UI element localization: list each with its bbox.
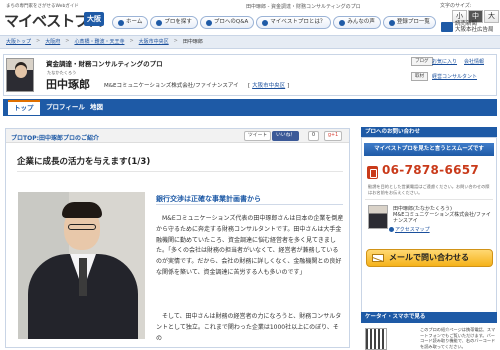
nav-home-label: ホーム bbox=[126, 19, 143, 25]
breadcrumb: 大阪トップ > 大阪府 > 心斎橋・難波・天王寺 > 大阪市中央区 > 田中琢郎 bbox=[6, 38, 203, 45]
partner-text: 読売新聞 大阪本社広告局 bbox=[455, 21, 494, 33]
qr-code-icon bbox=[365, 328, 387, 350]
mail-icon bbox=[372, 254, 384, 262]
contact-banner: マイベストプロを見たと言うとスムーズです bbox=[364, 143, 494, 156]
contact-heading: プロへのお問い合わせ bbox=[361, 127, 497, 137]
google-plus-button[interactable]: g+1 bbox=[324, 131, 343, 141]
breadcrumb-ward[interactable]: 大阪市中央区 bbox=[139, 38, 169, 45]
nav-registered-pros[interactable]: 登録プロ一覧 bbox=[382, 16, 436, 29]
nav-bullet-icon bbox=[118, 19, 124, 26]
breadcrumb-separator: > bbox=[129, 38, 134, 44]
newspaper-logo-icon bbox=[441, 22, 453, 32]
map-pin-icon bbox=[389, 227, 394, 232]
article-paragraph-1: M&Eコミュニケーションズ代表の田中琢郎さんは日本の企業を倒産から守るために奔走… bbox=[156, 215, 344, 276]
section-title: プロTOP:田中琢郎プロのご紹介 bbox=[11, 135, 99, 142]
profile-headline: 資金調達・財務コンサルティングのプロ bbox=[46, 60, 163, 68]
photo-hair bbox=[62, 202, 102, 218]
partner-division: 大阪本社広告局 bbox=[455, 27, 494, 33]
avatar bbox=[6, 58, 34, 92]
photo-glasses bbox=[68, 224, 96, 230]
title-divider bbox=[17, 171, 343, 172]
nav-find-pro[interactable]: プロを探す bbox=[150, 16, 198, 29]
tweet-button[interactable]: ツイート bbox=[244, 131, 272, 141]
article-paragraph-2: そして、田中さんは財務の経営者の力になろうと、財務コンサルタントとして独立。これ… bbox=[156, 313, 342, 342]
profile-company: M&Eコミュニケーションズ株式会社/ファイナンスアイ bbox=[104, 83, 239, 89]
phone-note: 勧誘を目的とした営業電話はご遠慮ください。お問い合わせの際はお名前をお伝えくださ… bbox=[368, 184, 490, 195]
nav-qa-label: プロへのQ&A bbox=[213, 19, 249, 25]
profile-area: [大阪市中央区] bbox=[248, 81, 289, 89]
partner-logo[interactable]: 読売新聞 大阪本社広告局 bbox=[441, 21, 494, 33]
rep-avatar bbox=[368, 205, 388, 229]
interview-button[interactable]: 取材 bbox=[411, 72, 428, 81]
area-link[interactable]: 大阪市中央区 bbox=[252, 83, 285, 89]
breadcrumb-separator: > bbox=[36, 38, 41, 44]
access-map-link[interactable]: アクセスマップ bbox=[395, 226, 430, 233]
nav-bullet-icon bbox=[156, 19, 163, 26]
profile-photo bbox=[18, 192, 145, 339]
mobile-heading: ケータイ・スマホで見る bbox=[361, 312, 497, 323]
breadcrumb-current: 田中琢郎 bbox=[182, 39, 203, 45]
area-bracket-open: [ bbox=[248, 83, 251, 89]
like-count: 0 bbox=[308, 131, 320, 141]
area-bracket-close: ] bbox=[287, 83, 290, 89]
nav-voices-label: みんなの声 bbox=[347, 19, 375, 25]
breadcrumb-separator: > bbox=[65, 38, 70, 44]
company-info-link[interactable]: 会社情報 bbox=[464, 58, 484, 65]
favorite-link[interactable]: お気に入り bbox=[432, 58, 457, 65]
subtitle-underline bbox=[156, 204, 343, 205]
breadcrumb-osaka-pref[interactable]: 大阪府 bbox=[45, 38, 60, 45]
phone-number[interactable]: 06-7878-6657 bbox=[382, 163, 479, 177]
tab-top[interactable]: トップ bbox=[8, 100, 40, 115]
profile-name: 田中琢郎 bbox=[46, 78, 90, 91]
contact-divider bbox=[365, 199, 493, 200]
consultant-category-link[interactable]: 経営コンサルタント bbox=[432, 73, 477, 80]
global-nav: ホーム プロを探す プロへのQ&A マイベストプロとは？ みんなの声 登録プロ一… bbox=[112, 16, 436, 30]
font-size-label: 文字のサイズ: bbox=[440, 3, 472, 9]
region-badge: 大阪 bbox=[84, 12, 104, 26]
facebook-like-button[interactable]: いいね！ bbox=[272, 131, 300, 141]
nav-bullet-icon bbox=[388, 19, 395, 26]
photo-tie bbox=[79, 258, 87, 296]
site-tagline: まちの専門家をさがせるWebガイド bbox=[6, 4, 79, 9]
page-topline: 田中琢郎 - 資金調達・財務コンサルティングのプロ bbox=[246, 4, 361, 10]
article-title: 企業に成長の活力を与えます(1/3) bbox=[17, 157, 151, 167]
nav-registered-pros-label: 登録プロ一覧 bbox=[396, 19, 430, 25]
mobile-description: このプロの紹介ページは携帯電話、スマートフォンでもご覧いただけます。バーコード読… bbox=[420, 327, 496, 349]
nav-qa[interactable]: プロへのQ&A bbox=[199, 16, 255, 29]
blog-button[interactable]: ブログ bbox=[411, 57, 433, 66]
phone-icon bbox=[367, 166, 378, 179]
nav-voices[interactable]: みんなの声 bbox=[333, 16, 381, 29]
nav-about[interactable]: マイベストプロとは？ bbox=[256, 16, 332, 29]
nav-bullet-icon bbox=[262, 19, 269, 26]
rep-name: 田中琢郎(たなかたくろう) bbox=[393, 206, 452, 212]
rep-company: M&Eコミュニケーションズ株式会社/ファイナンスアイ bbox=[393, 212, 491, 224]
tab-map[interactable]: 地図 bbox=[84, 100, 109, 115]
nav-home[interactable]: ホーム bbox=[112, 16, 149, 29]
breadcrumb-area[interactable]: 心斎橋・難波・天王寺 bbox=[74, 38, 124, 45]
nav-bullet-icon bbox=[205, 19, 212, 26]
nav-bullet-icon bbox=[339, 19, 346, 26]
nav-find-pro-label: プロを探す bbox=[164, 19, 192, 25]
article-subtitle: 銀行交渉は正確な事業計画書から bbox=[156, 195, 261, 203]
breadcrumb-osaka-top[interactable]: 大阪トップ bbox=[6, 38, 31, 45]
breadcrumb-separator: > bbox=[173, 38, 178, 44]
nav-about-label: マイベストプロとは？ bbox=[270, 19, 326, 25]
mail-inquiry-button[interactable]: メールで問い合わせる bbox=[366, 249, 493, 267]
